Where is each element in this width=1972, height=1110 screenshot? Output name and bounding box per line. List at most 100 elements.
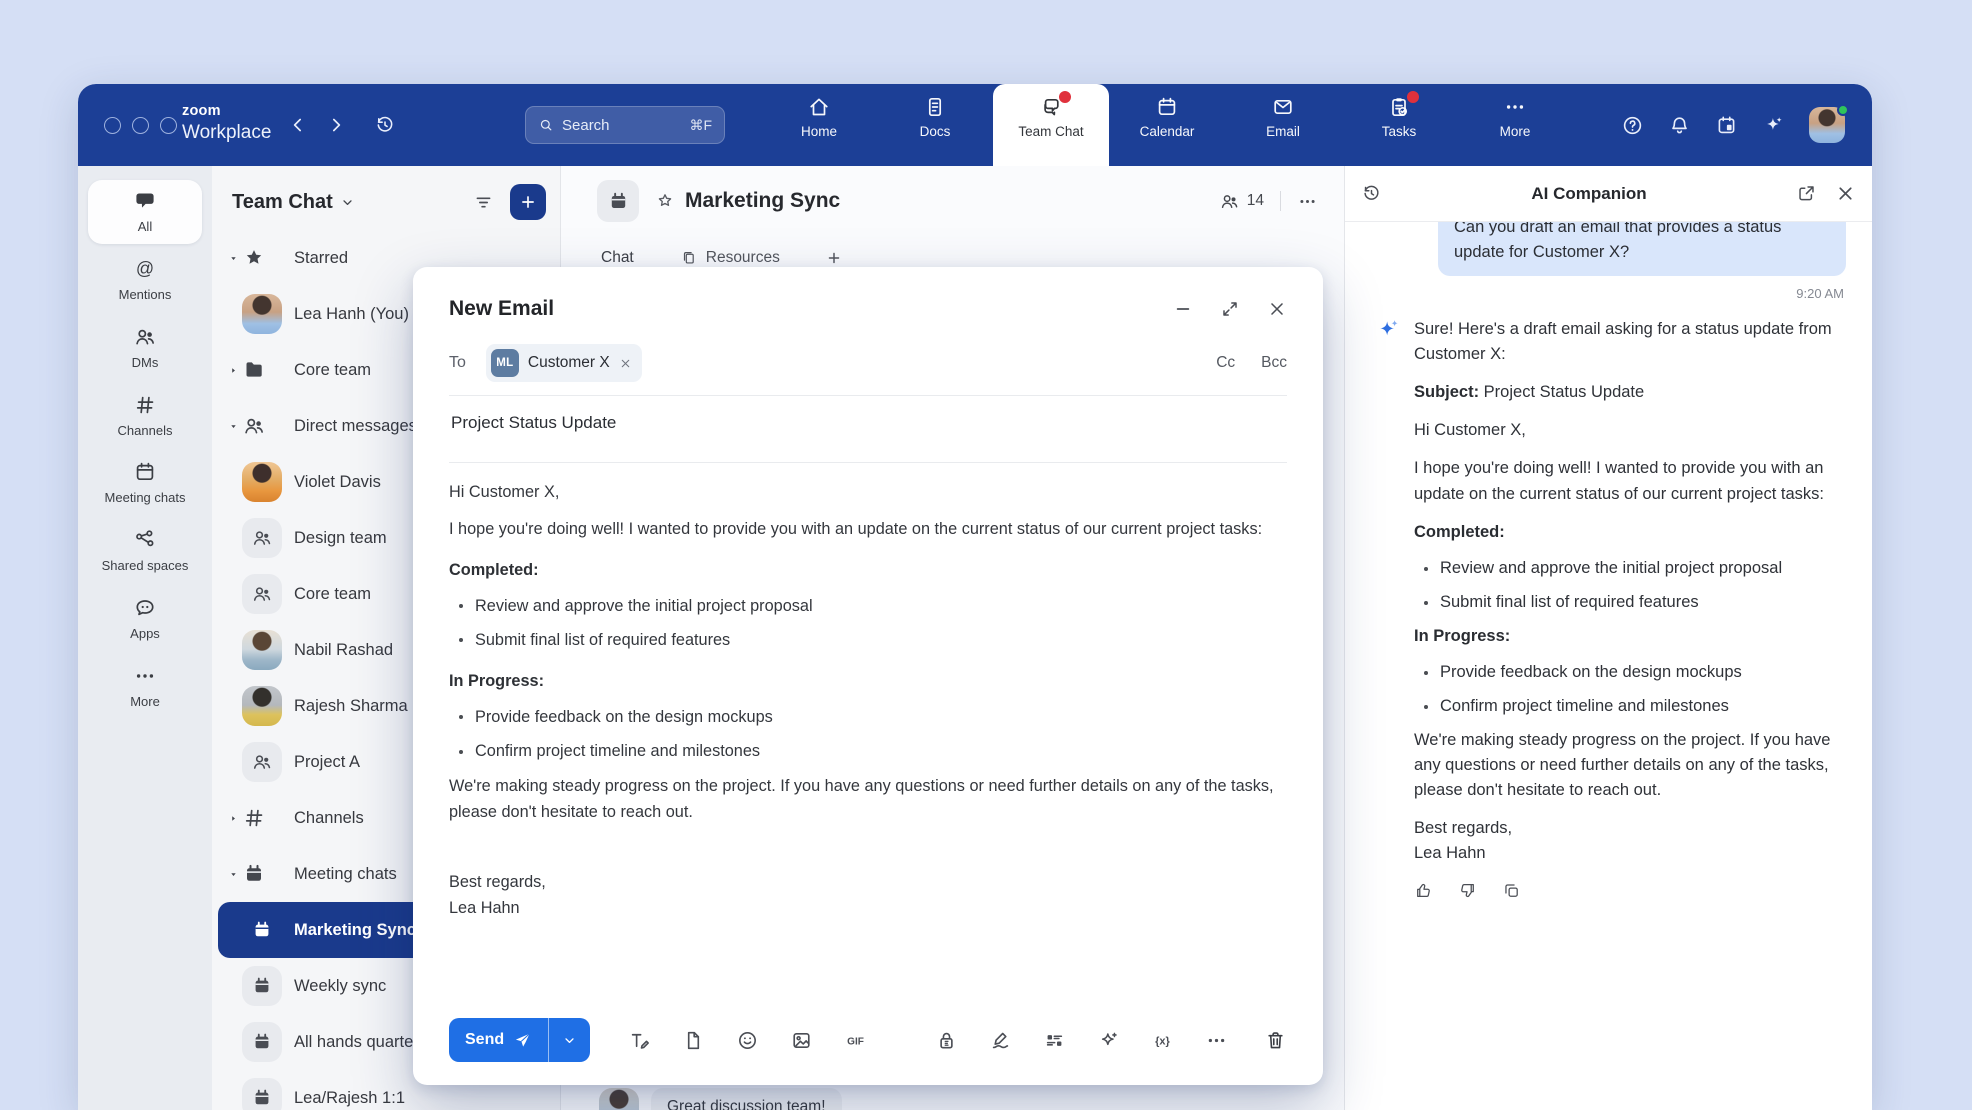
back-button[interactable]	[288, 115, 308, 135]
nav-tab-calendar[interactable]: Calendar	[1109, 84, 1225, 166]
tab-resources[interactable]: Resources	[680, 249, 780, 267]
notifications-button[interactable]	[1668, 114, 1691, 137]
attach-file-button[interactable]	[682, 1029, 705, 1052]
rail-item-icon	[133, 393, 157, 417]
tab-chat[interactable]: Chat	[601, 249, 634, 267]
variables-button[interactable]	[1151, 1029, 1174, 1052]
rail-item-icon	[133, 325, 157, 349]
send-button[interactable]: Send	[449, 1018, 548, 1062]
toolbar-icon	[736, 1029, 759, 1052]
close-ai-panel-button[interactable]	[1835, 183, 1856, 204]
member-count[interactable]: 14	[1219, 191, 1264, 212]
gif-button[interactable]	[844, 1029, 867, 1052]
chat-message: Great discussion team!	[599, 1088, 842, 1110]
window-controls[interactable]	[104, 84, 177, 166]
nav-tab-home[interactable]: Home	[761, 84, 877, 166]
close-window-icon[interactable]	[104, 117, 121, 134]
list-item-icon-tile	[242, 1078, 282, 1110]
recipient-chip[interactable]: ML Customer X	[486, 344, 642, 382]
primary-nav-tabs: Home Docs Team Chat Calendar	[761, 84, 1573, 166]
user-avatar[interactable]	[1809, 107, 1845, 143]
format-button[interactable]	[628, 1029, 651, 1052]
minimize-window-icon[interactable]	[132, 117, 149, 134]
upcoming-meetings-button[interactable]	[1715, 114, 1738, 137]
send-plane-icon	[513, 1031, 532, 1050]
disclosure-down-icon[interactable]	[228, 869, 239, 880]
chevron-down-icon	[562, 1033, 577, 1048]
notification-badge	[1059, 91, 1071, 103]
search-input[interactable]: Search ⌘F	[525, 106, 725, 144]
rail-item-apps[interactable]: Apps	[88, 587, 202, 651]
toolbar-icon	[1097, 1029, 1120, 1052]
email-body-editor[interactable]: Hi Customer X, I hope you're doing well!…	[449, 463, 1287, 921]
ai-compose-button[interactable]	[1097, 1029, 1120, 1052]
avatar	[242, 686, 282, 726]
calendar-event-icon	[1715, 114, 1738, 137]
emoji-button[interactable]	[736, 1029, 759, 1052]
page-title: Marketing Sync	[685, 189, 840, 213]
disclosure-down-icon[interactable]	[228, 421, 239, 432]
thumbs-down-button[interactable]	[1458, 881, 1477, 900]
toolbar-icon	[1151, 1029, 1174, 1052]
thumbs-up-button[interactable]	[1414, 881, 1433, 900]
rail-item-more[interactable]: More	[88, 655, 202, 719]
ai-history-button[interactable]	[1361, 183, 1382, 204]
copy-response-button[interactable]	[1502, 881, 1521, 900]
timestamp: 9:20 AM	[1377, 286, 1844, 301]
rail-item-icon	[133, 664, 157, 688]
disclosure-down-icon[interactable]	[228, 253, 239, 264]
encrypt-button[interactable]	[935, 1029, 958, 1052]
recipient-field[interactable]: To ML Customer X Cc Bcc	[449, 343, 1287, 383]
send-options-button[interactable]	[548, 1018, 590, 1062]
close-modal-button[interactable]	[1267, 299, 1287, 319]
rail-item-channels[interactable]: Channels	[88, 384, 202, 448]
channel-more-button[interactable]	[1297, 191, 1318, 212]
disclosure-right-icon[interactable]	[228, 813, 239, 824]
discard-draft-button[interactable]	[1264, 1029, 1287, 1052]
plus-icon	[519, 193, 537, 211]
recipient-initials-badge: ML	[491, 349, 519, 377]
subject-field[interactable]: Project Status Update	[449, 396, 1287, 450]
new-chat-button[interactable]	[510, 184, 546, 220]
image-button[interactable]	[790, 1029, 813, 1052]
forward-button[interactable]	[326, 115, 346, 135]
nav-tab-icon	[1271, 95, 1295, 119]
team-chat-title-dropdown[interactable]: Team Chat	[232, 191, 355, 214]
disclosure-right-icon[interactable]	[228, 365, 239, 376]
cc-button[interactable]: Cc	[1216, 354, 1235, 372]
rail-item-dms[interactable]: DMs	[88, 316, 202, 380]
nav-tab-docs[interactable]: Docs	[877, 84, 993, 166]
nav-tab-email[interactable]: Email	[1225, 84, 1341, 166]
bcc-button[interactable]: Bcc	[1261, 354, 1287, 372]
expand-modal-button[interactable]	[1220, 299, 1240, 319]
minimize-modal-button[interactable]	[1173, 299, 1193, 319]
rail-item-all[interactable]: All	[88, 180, 202, 244]
add-tab-button[interactable]	[826, 250, 842, 266]
rail-item-shared-spaces[interactable]: Shared spaces	[88, 519, 202, 583]
ellipsis-icon	[1297, 191, 1318, 212]
template-button[interactable]	[1043, 1029, 1066, 1052]
help-icon	[1621, 114, 1644, 137]
star-channel-button[interactable]	[655, 191, 675, 211]
filter-icon	[473, 192, 494, 213]
more-options-button[interactable]	[1205, 1029, 1228, 1052]
notification-badge	[1407, 91, 1419, 103]
nav-tab-tasks[interactable]: Tasks	[1341, 84, 1457, 166]
open-in-new-window-button[interactable]	[1796, 183, 1817, 204]
remove-recipient-button[interactable]	[619, 357, 632, 370]
nav-tab-team-chat[interactable]: Team Chat	[993, 84, 1109, 166]
trash-icon	[1264, 1029, 1287, 1052]
signature-button[interactable]	[989, 1029, 1012, 1052]
ai-companion-button[interactable]	[1762, 114, 1785, 137]
zoom-window-icon[interactable]	[160, 117, 177, 134]
rail-item-mentions[interactable]: Mentions	[88, 248, 202, 312]
filter-button[interactable]	[473, 192, 494, 213]
list-item-icon	[242, 862, 266, 886]
list-item-icon-tile	[242, 910, 282, 950]
nav-tab-more[interactable]: More	[1457, 84, 1573, 166]
toolbar-icon	[844, 1029, 867, 1052]
help-button[interactable]	[1621, 114, 1644, 137]
history-button[interactable]	[374, 84, 396, 166]
rail-item-meeting-chats[interactable]: Meeting chats	[88, 451, 202, 515]
rail-item-icon	[133, 528, 157, 552]
